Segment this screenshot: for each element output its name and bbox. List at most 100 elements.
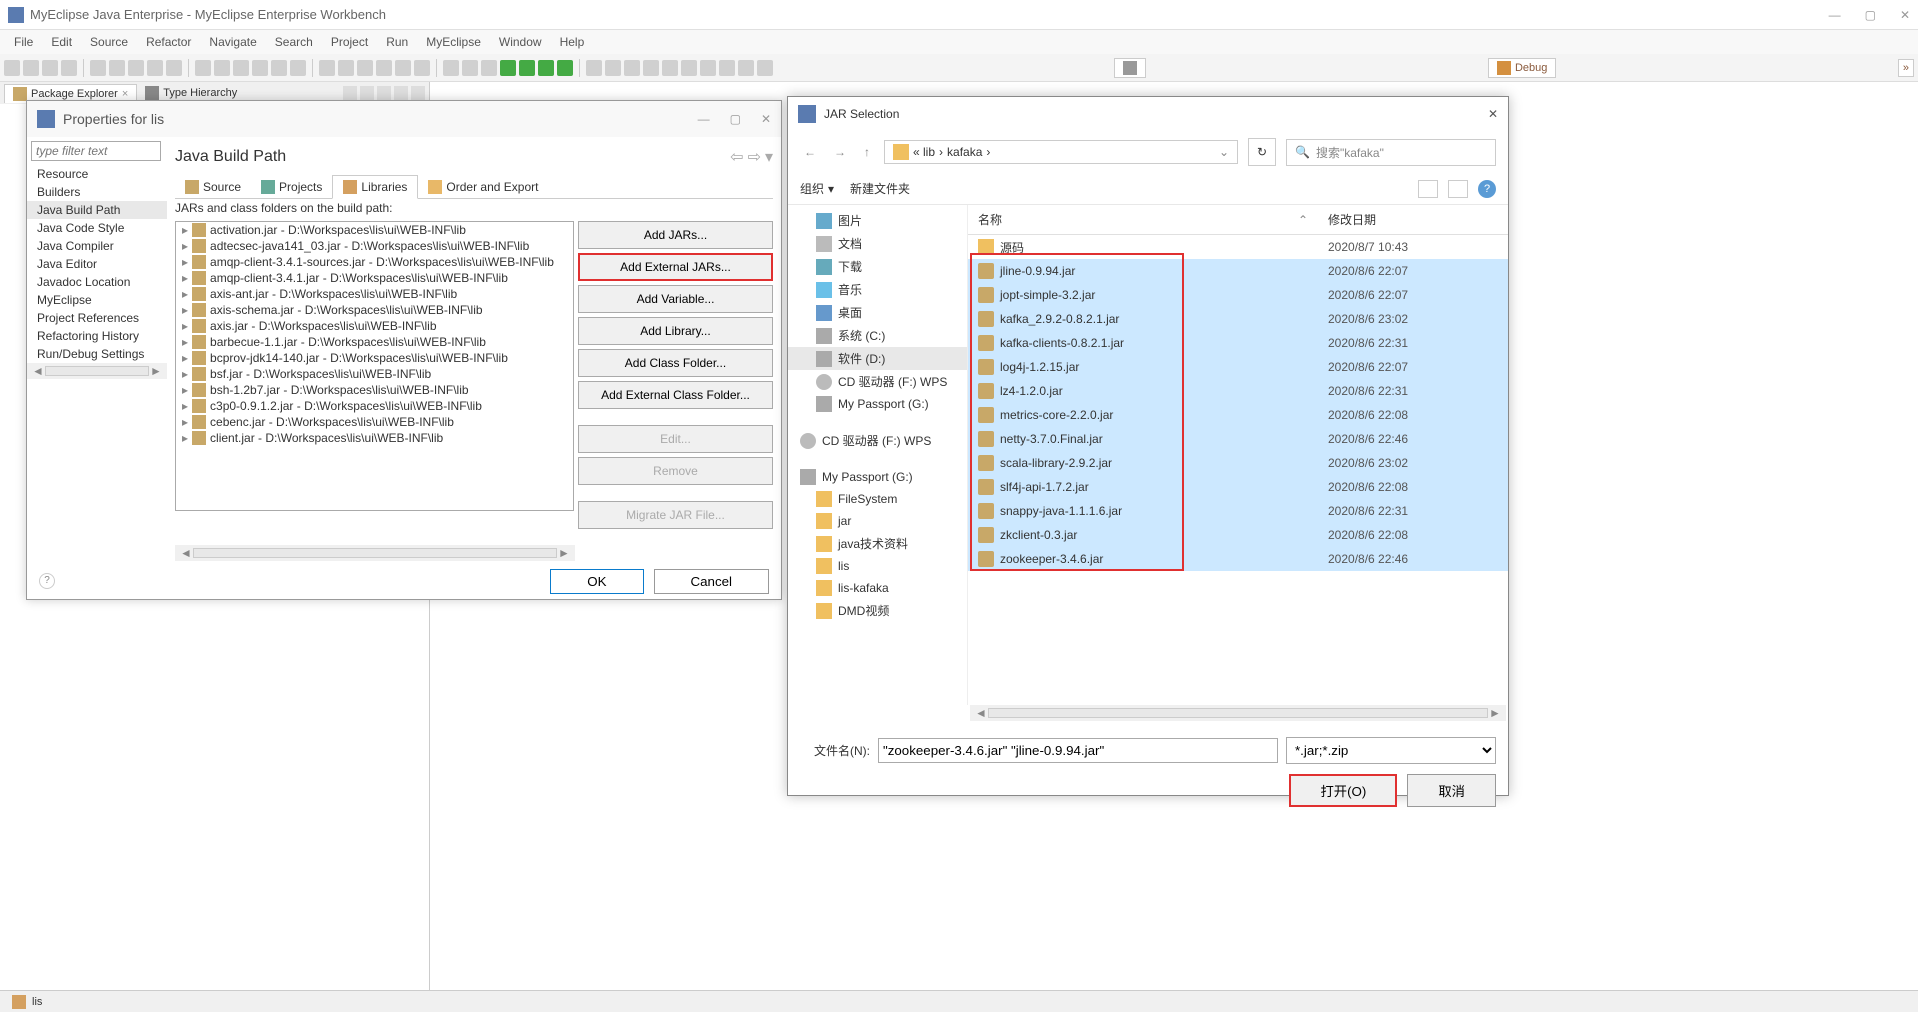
toolbar-button[interactable]: [462, 60, 478, 76]
address-bar[interactable]: « lib › kafaka › ⌄: [884, 140, 1238, 164]
help-icon[interactable]: ?: [1478, 180, 1496, 198]
jar-item[interactable]: ▸bsf.jar - D:\Workspaces\lis\ui\WEB-INF\…: [176, 366, 573, 382]
column-name[interactable]: 名称⌃: [968, 205, 1318, 234]
maximize-icon[interactable]: ▢: [1865, 8, 1876, 22]
minimize-icon[interactable]: —: [1829, 8, 1841, 22]
toolbar-button[interactable]: [481, 60, 497, 76]
toolbar-button[interactable]: [23, 60, 39, 76]
toolbar-button[interactable]: [443, 60, 459, 76]
toolbar-button[interactable]: [290, 60, 306, 76]
tree-desktop[interactable]: 桌面: [788, 301, 967, 324]
tree-javatech[interactable]: java技术资料: [788, 532, 967, 555]
jar-item[interactable]: ▸amqp-client-3.4.1.jar - D:\Workspaces\l…: [176, 270, 573, 286]
refresh-button[interactable]: ↻: [1248, 138, 1276, 166]
view-mode-icon[interactable]: [1418, 180, 1438, 198]
toolbar-button[interactable]: [90, 60, 106, 76]
file-row[interactable]: kafka-clients-0.8.2.1.jar2020/8/6 22:31: [968, 331, 1508, 355]
tree-documents[interactable]: 文档: [788, 232, 967, 255]
toolbar-button[interactable]: [662, 60, 678, 76]
toolbar-button[interactable]: [42, 60, 58, 76]
tree-liskafaka[interactable]: lis-kafaka: [788, 577, 967, 599]
dropdown-icon[interactable]: ▾: [765, 147, 773, 167]
jar-item[interactable]: ▸axis-schema.jar - D:\Workspaces\lis\ui\…: [176, 302, 573, 318]
tree-cd2[interactable]: CD 驱动器 (F:) WPS: [788, 429, 967, 452]
menu-project[interactable]: Project: [323, 32, 376, 52]
file-row[interactable]: 源码2020/8/7 10:43: [968, 235, 1508, 259]
toolbar-button[interactable]: [643, 60, 659, 76]
jar-item[interactable]: ▸axis.jar - D:\Workspaces\lis\ui\WEB-INF…: [176, 318, 573, 334]
toolbar-button[interactable]: [395, 60, 411, 76]
organize-menu[interactable]: 组织 ▾: [800, 180, 834, 197]
tree-pictures[interactable]: 图片: [788, 209, 967, 232]
close-icon[interactable]: ✕: [761, 112, 771, 126]
menu-search[interactable]: Search: [267, 32, 321, 52]
toolbar-button[interactable]: [719, 60, 735, 76]
file-type-filter[interactable]: *.jar;*.zip: [1286, 737, 1496, 764]
tree-item[interactable]: Project References: [27, 309, 167, 327]
tree-item[interactable]: Resource: [27, 165, 167, 183]
tree-item[interactable]: Java Compiler: [27, 237, 167, 255]
tab-projects[interactable]: Projects: [251, 175, 332, 198]
jar-item[interactable]: ▸bcprov-jdk14-140.jar - D:\Workspaces\li…: [176, 350, 573, 366]
menu-myeclipse[interactable]: MyEclipse: [418, 32, 489, 52]
toolbar-button[interactable]: [319, 60, 335, 76]
file-row[interactable]: zkclient-0.3.jar2020/8/6 22:08: [968, 523, 1508, 547]
toolbar-button[interactable]: [195, 60, 211, 76]
breadcrumb-kafaka[interactable]: kafaka: [947, 145, 982, 159]
tab-source[interactable]: Source: [175, 175, 251, 198]
tree-item[interactable]: Javadoc Location: [27, 273, 167, 291]
chevron-down-icon[interactable]: ⌄: [1219, 145, 1229, 159]
jar-item[interactable]: ▸barbecue-1.1.jar - D:\Workspaces\lis\ui…: [176, 334, 573, 350]
edit-button[interactable]: Edit...: [578, 425, 773, 453]
file-row[interactable]: zookeeper-3.4.6.jar2020/8/6 22:46: [968, 547, 1508, 571]
add-external-class-folder-button[interactable]: Add External Class Folder...: [578, 381, 773, 409]
toolbar-button[interactable]: [128, 60, 144, 76]
minimize-icon[interactable]: —: [698, 112, 710, 126]
toolbar-button[interactable]: [738, 60, 754, 76]
close-icon[interactable]: ×: [122, 88, 128, 100]
menu-source[interactable]: Source: [82, 32, 136, 52]
add-library-button[interactable]: Add Library...: [578, 317, 773, 345]
breadcrumb-lib[interactable]: « lib: [913, 145, 935, 159]
file-row[interactable]: metrics-core-2.2.0.jar2020/8/6 22:08: [968, 403, 1508, 427]
perspective-switcher[interactable]: [1114, 58, 1146, 78]
jar-list[interactable]: ▸activation.jar - D:\Workspaces\lis\ui\W…: [175, 221, 574, 511]
file-row[interactable]: scala-library-2.9.2.jar2020/8/6 23:02: [968, 451, 1508, 475]
menu-edit[interactable]: Edit: [43, 32, 80, 52]
file-row[interactable]: netty-3.7.0.Final.jar2020/8/6 22:46: [968, 427, 1508, 451]
tab-order-export[interactable]: Order and Export: [418, 175, 548, 198]
file-row[interactable]: jline-0.9.94.jar2020/8/6 22:07: [968, 259, 1508, 283]
toolbar-button[interactable]: [147, 60, 163, 76]
toolbar-button[interactable]: [681, 60, 697, 76]
tree-item[interactable]: Java Build Path: [27, 201, 167, 219]
tree-downloads[interactable]: 下载: [788, 255, 967, 278]
add-variable-button[interactable]: Add Variable...: [578, 285, 773, 313]
migrate-jar-button[interactable]: Migrate JAR File...: [578, 501, 773, 529]
tree-ddrive[interactable]: 软件 (D:): [788, 347, 967, 370]
cancel-button[interactable]: 取消: [1407, 774, 1496, 807]
toolbar-button[interactable]: [61, 60, 77, 76]
jar-item[interactable]: ▸client.jar - D:\Workspaces\lis\ui\WEB-I…: [176, 430, 573, 446]
run-icon[interactable]: [557, 60, 573, 76]
tree-cd1[interactable]: CD 驱动器 (F:) WPS: [788, 370, 967, 393]
add-jars-button[interactable]: Add JARs...: [578, 221, 773, 249]
toolbar-button[interactable]: [109, 60, 125, 76]
tree-item[interactable]: Java Code Style: [27, 219, 167, 237]
file-row[interactable]: lz4-1.2.0.jar2020/8/6 22:31: [968, 379, 1508, 403]
close-icon[interactable]: ✕: [1900, 8, 1910, 22]
toolbar-button[interactable]: [700, 60, 716, 76]
tree-item[interactable]: MyEclipse: [27, 291, 167, 309]
toolbar-button[interactable]: [624, 60, 640, 76]
view-tool-icon[interactable]: [377, 86, 391, 100]
run-icon[interactable]: [519, 60, 535, 76]
menu-file[interactable]: File: [6, 32, 41, 52]
forward-button[interactable]: →: [830, 141, 850, 163]
toolbar-button[interactable]: [4, 60, 20, 76]
jar-item[interactable]: ▸activation.jar - D:\Workspaces\lis\ui\W…: [176, 222, 573, 238]
file-row[interactable]: slf4j-api-1.7.2.jar2020/8/6 22:08: [968, 475, 1508, 499]
toolbar-button[interactable]: [414, 60, 430, 76]
view-tool-icon[interactable]: [360, 86, 374, 100]
minimize-icon[interactable]: [394, 86, 408, 100]
jar-item[interactable]: ▸cebenc.jar - D:\Workspaces\lis\ui\WEB-I…: [176, 414, 573, 430]
tree-filesystem[interactable]: FileSystem: [788, 488, 967, 510]
